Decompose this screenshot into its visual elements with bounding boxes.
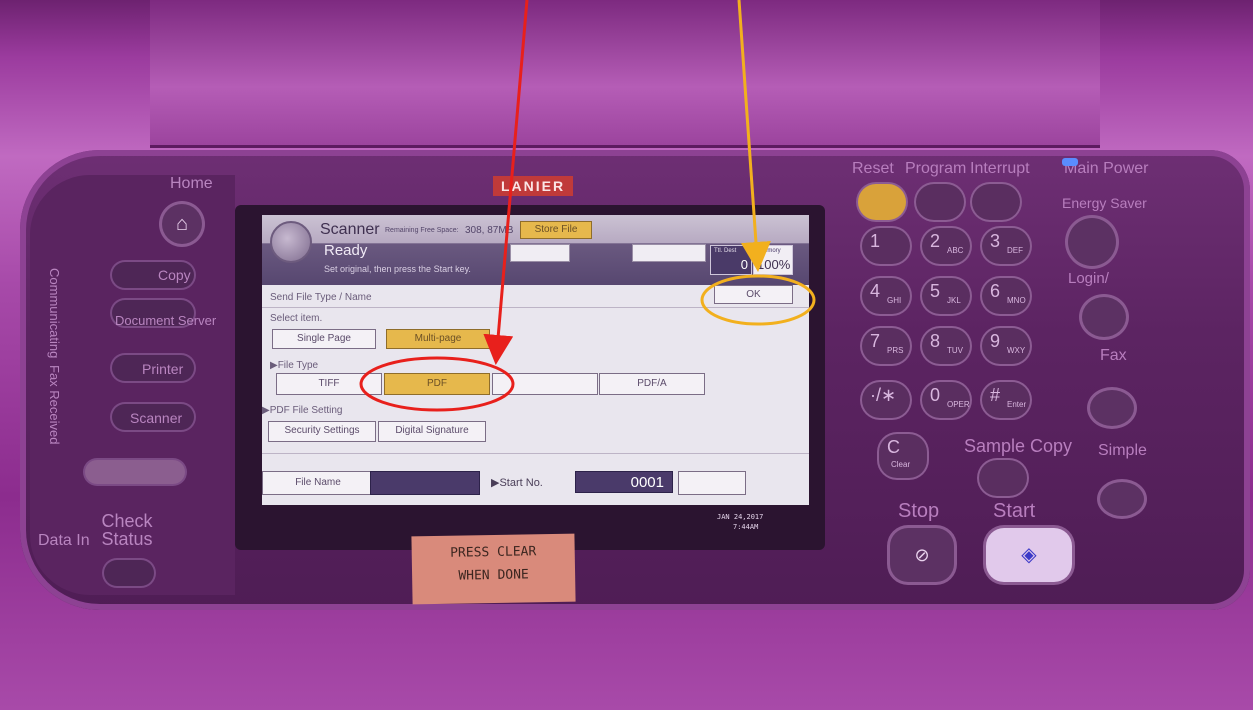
orange-arrow	[737, 0, 771, 272]
annotation-overlay	[359, 0, 816, 412]
red-arrow	[483, 0, 529, 365]
orange-circle-ok	[700, 274, 816, 326]
red-circle-pdf	[359, 356, 515, 412]
